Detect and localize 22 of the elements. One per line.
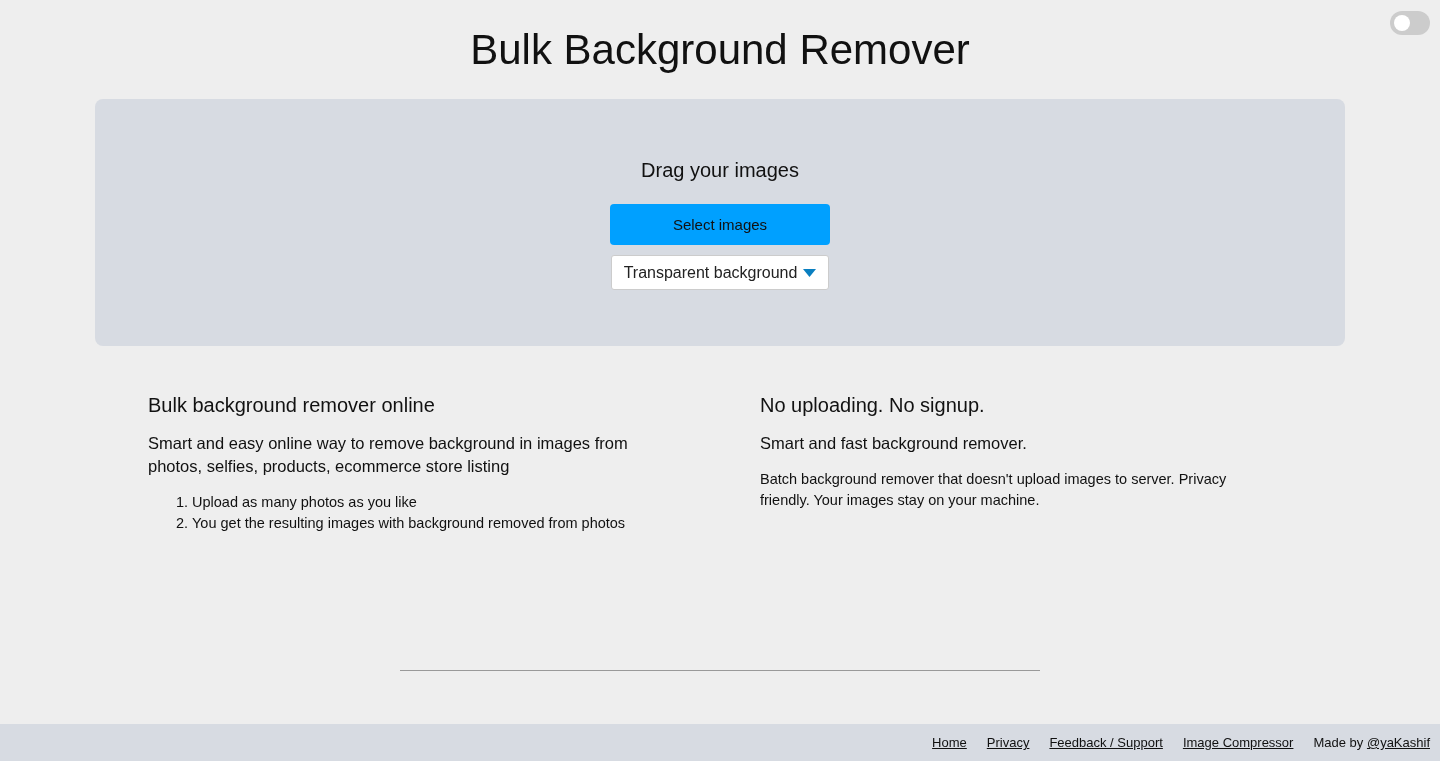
feature-heading: No uploading. No signup. xyxy=(760,393,986,418)
drop-prompt: Drag your images xyxy=(641,158,799,183)
step-text: Upload as many photos as you like xyxy=(192,493,417,512)
credit-text: Made by @yaKashif xyxy=(1313,735,1430,750)
caret-icon xyxy=(803,268,817,277)
feature-text: Batch background remover that doesn't upload images to server. Privacy friendly. Your images stay on your machine. xyxy=(760,470,1228,510)
feature-lead: Smart and easy online way to remove background in images from photos, selfies, products, ecommerce store listing xyxy=(148,433,629,477)
drop-zone[interactable]: Drag your images Select images Transparent background xyxy=(95,99,1345,346)
footer-link[interactable]: Image Compressor xyxy=(1182,735,1294,750)
footer-link[interactable]: Privacy xyxy=(986,735,1030,750)
feature-heading: Bulk background remover online xyxy=(148,393,436,418)
step-number: 1. xyxy=(174,493,188,512)
author-link[interactable]: @yaKashif xyxy=(1366,735,1430,750)
feature-lead: Smart and fast background remover. xyxy=(760,433,1028,454)
theme-toggle[interactable] xyxy=(1390,11,1430,35)
step-text: You get the resulting images with background removed from photos xyxy=(192,514,626,533)
step-number: 2. xyxy=(174,514,188,533)
background-dropdown[interactable]: Transparent background xyxy=(611,255,829,290)
footer-link[interactable]: Home xyxy=(932,735,967,750)
footer-link[interactable]: Feedback / Support xyxy=(1049,735,1163,750)
select-images-button[interactable]: Select images xyxy=(610,204,830,245)
page-title: Bulk Background Remover xyxy=(470,25,970,75)
